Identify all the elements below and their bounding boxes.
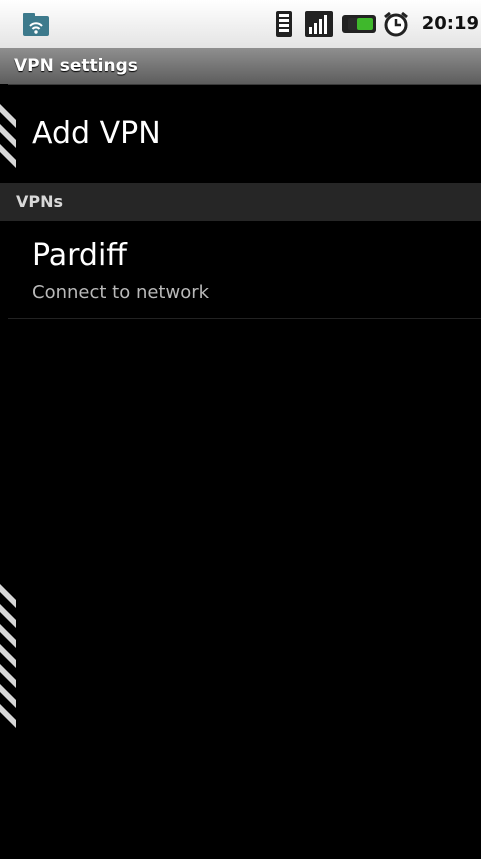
section-title: VPNs	[16, 192, 64, 211]
empty-list-area	[8, 319, 481, 859]
signal-strength-icon	[304, 10, 334, 38]
app-notification-icon	[22, 10, 50, 38]
vpn-status: Connect to network	[32, 282, 210, 303]
battery-icon	[342, 10, 376, 38]
status-time: 20:19	[421, 13, 479, 34]
title-bar: VPN settings	[0, 48, 481, 85]
alarm-clock-icon	[382, 10, 410, 38]
page-title: VPN settings	[14, 56, 138, 76]
status-bar: 20:19	[0, 0, 481, 48]
vpn-name: Pardiff	[32, 238, 127, 273]
add-vpn-label: Add VPN	[32, 116, 161, 151]
phone-vibrate-icon	[274, 10, 294, 38]
add-vpn-item[interactable]: Add VPN	[8, 86, 481, 182]
vpns-section-header: VPNs	[0, 183, 481, 221]
vpn-list-item-pardiff[interactable]: Pardiff Connect to network	[8, 222, 481, 319]
